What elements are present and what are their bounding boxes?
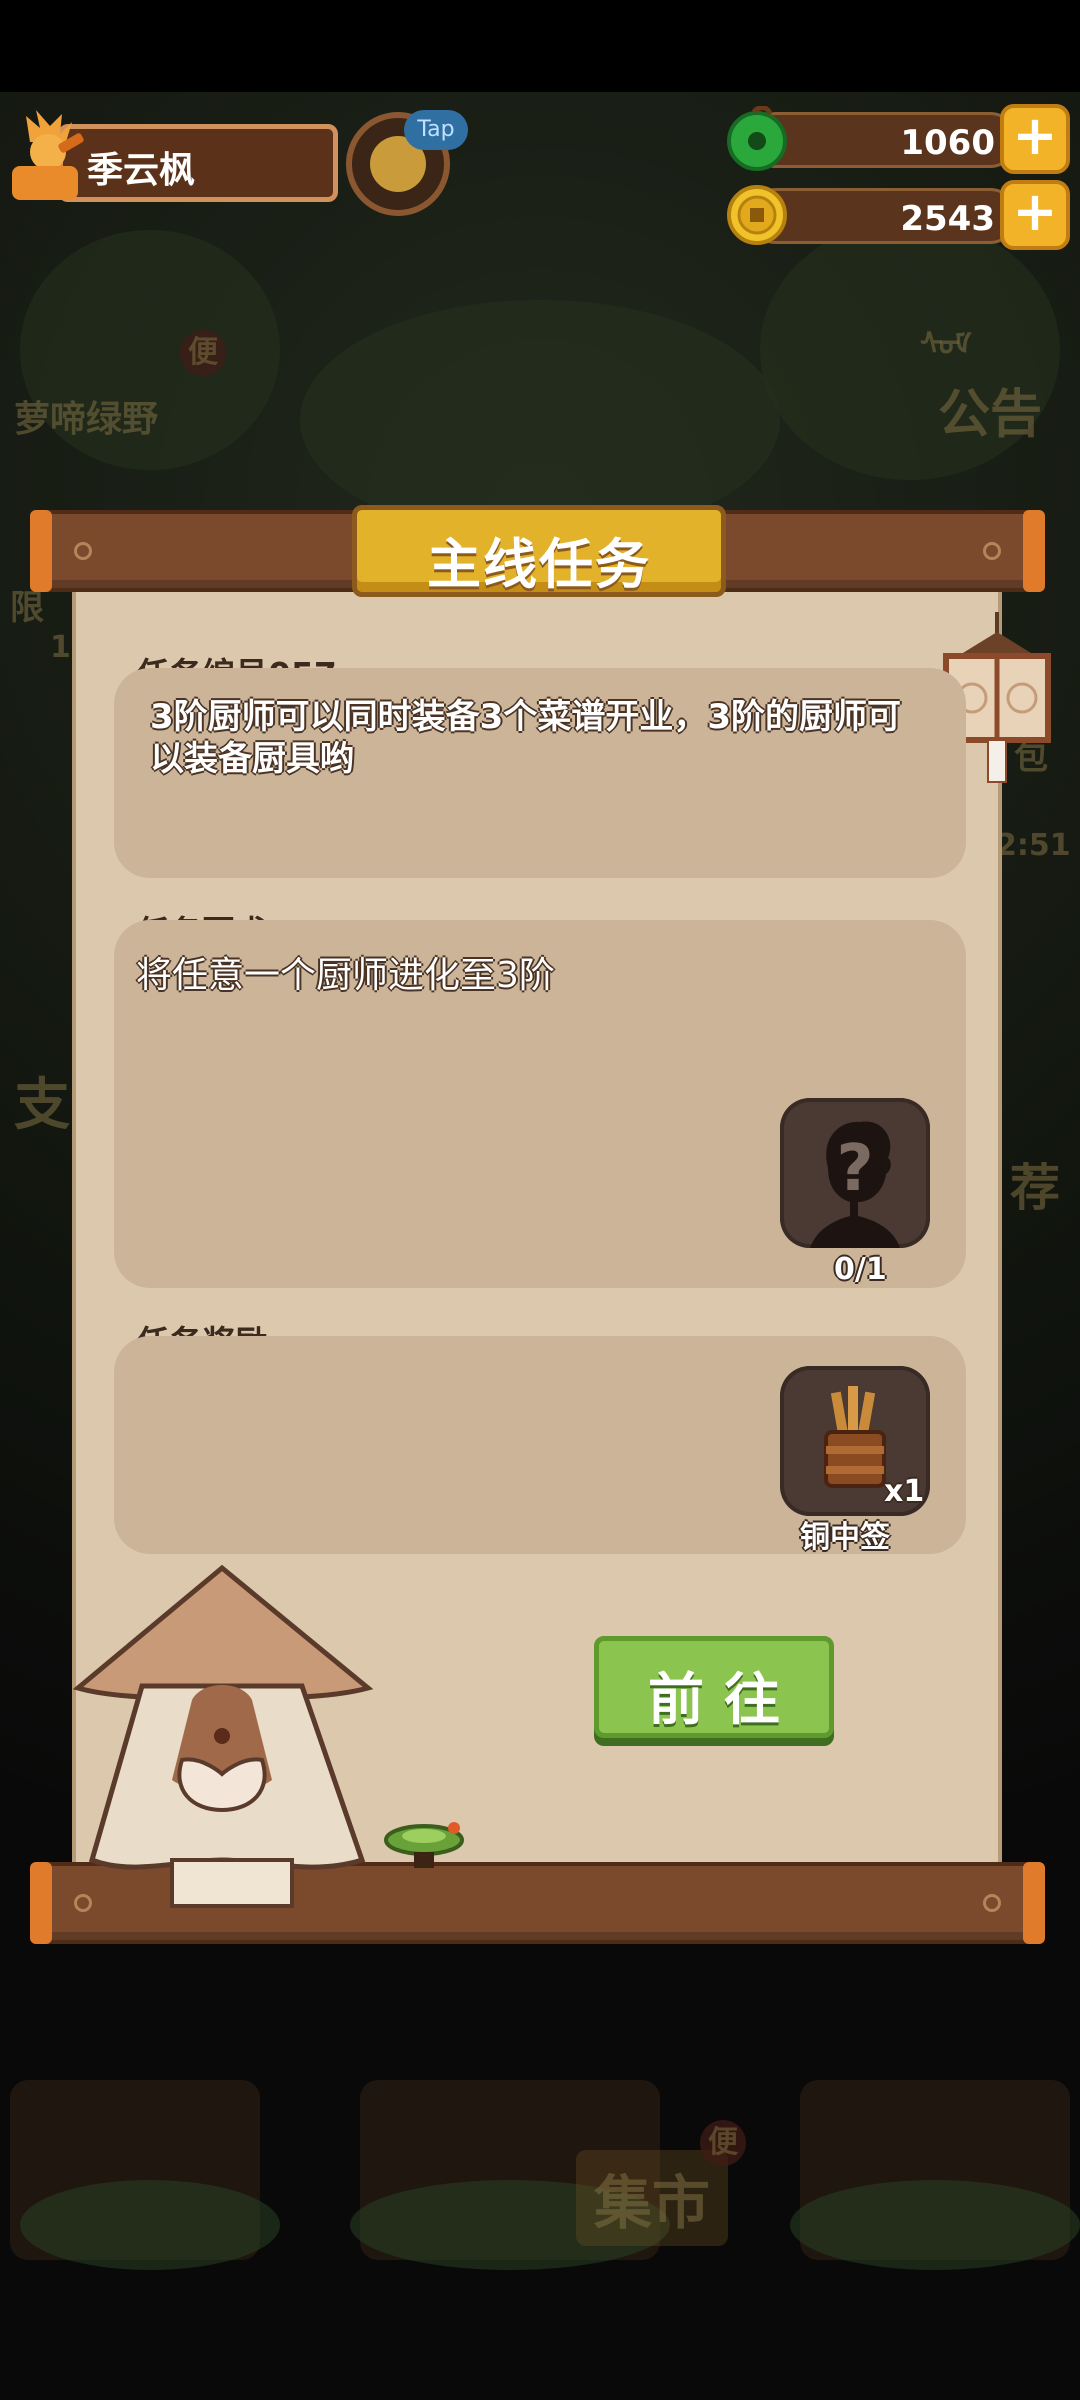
tap-badge: Tap xyxy=(404,110,468,150)
cooking-pot-icon xyxy=(384,1822,464,1868)
reward-item-name: 铜中签 xyxy=(800,1520,890,1555)
chef-avatar-icon[interactable] xyxy=(6,108,92,204)
requirement-text: 将任意一个厨师进化至3阶 xyxy=(136,955,555,996)
unknown-chef-icon: ? xyxy=(810,1121,900,1248)
quest-title-banner: 主线任务 xyxy=(352,505,726,597)
status-bar xyxy=(0,0,1080,92)
reward-quantity: x1 xyxy=(884,1474,925,1509)
requirement-progress: 0/1 xyxy=(834,1252,887,1287)
add-gold-button[interactable]: + xyxy=(1000,180,1070,250)
requirement-slot[interactable]: ? xyxy=(780,1098,930,1248)
jade-coin-icon xyxy=(727,106,787,171)
quest-title: 主线任务 xyxy=(427,533,651,596)
go-button[interactable]: 前往 xyxy=(594,1636,834,1738)
player-name-plate[interactable]: 季云枫 xyxy=(58,124,338,202)
player-name: 季云枫 xyxy=(87,150,196,191)
add-jade-button[interactable]: + xyxy=(1000,104,1070,174)
gold-coin-icon xyxy=(727,185,787,245)
svg-text:?: ? xyxy=(836,1132,873,1206)
go-button-label: 前往 xyxy=(648,1668,800,1733)
task-description: 3阶厨师可以同时装备3个菜谱开业，3阶的厨师可以装备厨具哟 xyxy=(150,697,901,779)
gold-value: 2543 xyxy=(900,199,995,239)
jade-value: 1060 xyxy=(900,123,995,163)
straw-hat-mascot-icon xyxy=(72,1564,374,1908)
